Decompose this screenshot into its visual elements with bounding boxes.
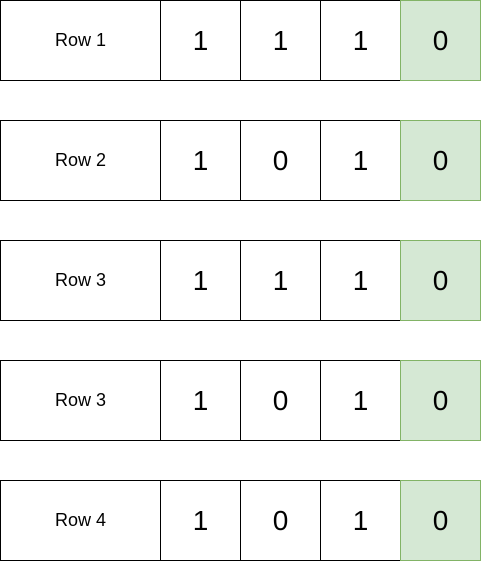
table-row: Row 3 1 0 1 0: [0, 360, 481, 441]
table-row: Row 3 1 1 1 0: [0, 240, 481, 321]
bit-cell: 1: [320, 0, 401, 81]
result-cell: 0: [400, 240, 481, 321]
result-cell: 0: [400, 360, 481, 441]
bit-cell: 1: [320, 120, 401, 201]
result-cell: 0: [400, 480, 481, 561]
bit-cell: 1: [320, 360, 401, 441]
row-label: Row 3: [0, 240, 161, 321]
table-row: Row 1 1 1 1 0: [0, 0, 481, 81]
bit-cell: 0: [240, 120, 321, 201]
table-row: Row 2 1 0 1 0: [0, 120, 481, 201]
result-cell: 0: [400, 120, 481, 201]
bit-cell: 1: [320, 240, 401, 321]
row-label: Row 2: [0, 120, 161, 201]
bit-cell: 0: [240, 360, 321, 441]
bit-cell: 1: [240, 240, 321, 321]
bit-cell: 1: [160, 360, 241, 441]
result-cell: 0: [400, 0, 481, 81]
bit-cell: 1: [160, 0, 241, 81]
row-label: Row 3: [0, 360, 161, 441]
bit-cell: 1: [320, 480, 401, 561]
bit-cell: 1: [240, 0, 321, 81]
bit-cell: 1: [160, 240, 241, 321]
bit-cell: 1: [160, 480, 241, 561]
bit-cell: 1: [160, 120, 241, 201]
row-label: Row 1: [0, 0, 161, 81]
bit-cell: 0: [240, 480, 321, 561]
table-row: Row 4 1 0 1 0: [0, 480, 481, 561]
row-label: Row 4: [0, 480, 161, 561]
